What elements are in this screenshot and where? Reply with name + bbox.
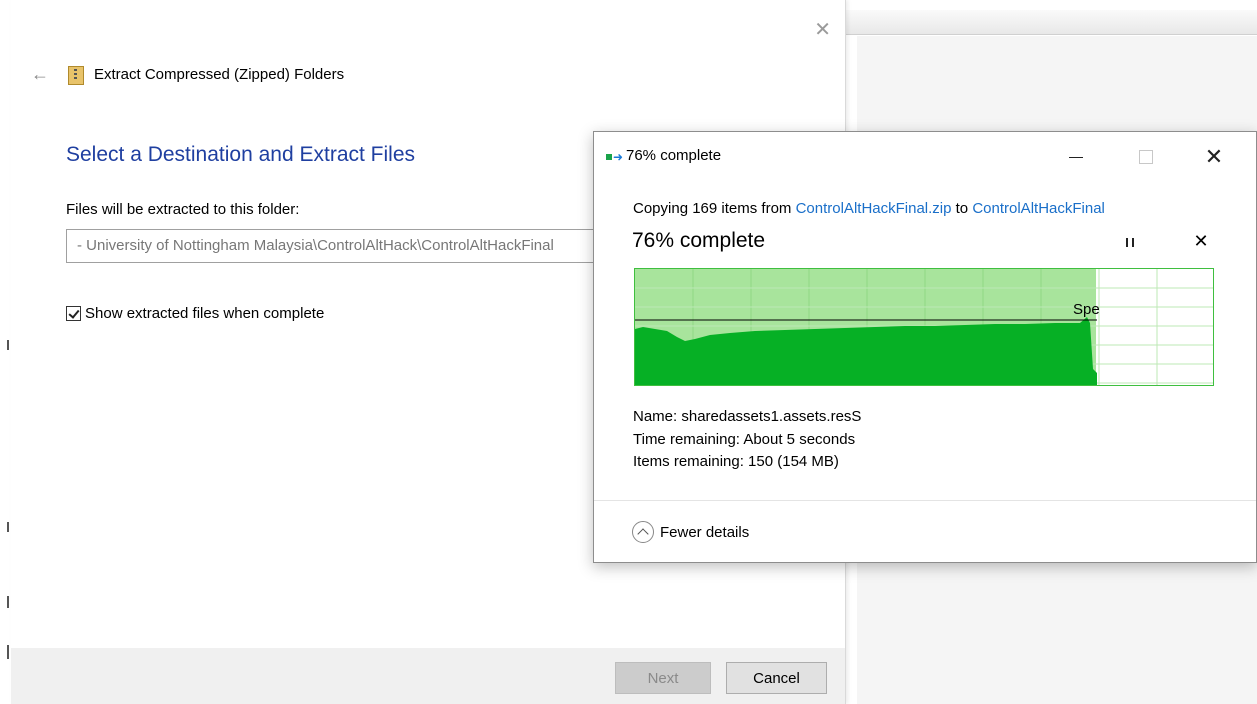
edge-mark	[7, 340, 9, 350]
dialog-title: 76% complete	[626, 147, 722, 164]
destination-path-input[interactable]: - University of Nottingham Malaysia\Cont…	[66, 229, 626, 263]
file-name-line: Name: sharedassets1.assets.resS	[633, 408, 862, 425]
wizard-heading: Select a Destination and Extract Files	[66, 143, 416, 166]
chevron-up-circle-icon[interactable]	[632, 521, 654, 543]
wizard-footer: Next Cancel	[11, 648, 845, 704]
divider	[594, 500, 1256, 501]
transfer-details: Name: sharedassets1.assets.resS Time rem…	[633, 406, 861, 474]
stop-icon[interactable]: ✕	[1190, 230, 1212, 252]
zip-folder-icon	[68, 66, 84, 85]
wizard-title: Extract Compressed (Zipped) Folders	[94, 66, 345, 83]
transfer-speed-graph: Spe	[634, 268, 1214, 386]
copy-transfer-icon: ➜	[606, 151, 623, 163]
speed-graph-svg	[635, 269, 1213, 385]
maximize-icon[interactable]	[1126, 142, 1166, 172]
copying-summary: Copying 169 items from ControlAltHackFin…	[633, 200, 1105, 217]
destination-link[interactable]: ControlAltHackFinal	[972, 200, 1105, 217]
destination-label: Files will be extracted to this folder:	[66, 201, 300, 218]
next-button[interactable]: Next	[615, 662, 711, 694]
close-icon[interactable]: ✕	[814, 20, 831, 40]
copying-mid: to	[951, 200, 973, 217]
items-remaining-line: Items remaining: 150 (154 MB)	[633, 453, 839, 470]
minimize-icon[interactable]	[1056, 142, 1096, 172]
percent-complete: 76% complete	[632, 229, 766, 252]
edge-mark	[7, 596, 9, 608]
fewer-details-label: Fewer details	[660, 523, 750, 541]
checkbox-checked-icon[interactable]	[66, 306, 81, 321]
source-link[interactable]: ControlAltHackFinal.zip	[796, 200, 952, 217]
speed-label: Spe	[1073, 301, 1100, 318]
dialog-titlebar[interactable]: ➜ 76% complete ✕	[594, 132, 1256, 180]
show-files-checkbox[interactable]: Show extracted files when complete	[66, 305, 324, 322]
close-icon[interactable]: ✕	[1194, 142, 1234, 172]
edge-mark	[7, 522, 9, 532]
time-remaining-line: Time remaining: About 5 seconds	[633, 430, 856, 448]
fewer-details-button[interactable]: Fewer details	[632, 521, 749, 543]
copy-progress-dialog: ➜ 76% complete ✕ Copying 169 items from …	[593, 131, 1257, 563]
edge-mark	[7, 645, 9, 659]
cancel-button[interactable]: Cancel	[726, 662, 827, 694]
background-window-toolbar	[845, 10, 1257, 35]
pause-icon[interactable]	[1120, 232, 1140, 252]
back-arrow-icon[interactable]: ←	[31, 64, 49, 85]
show-files-label: Show extracted files when complete	[85, 305, 325, 322]
copying-prefix: Copying 169 items from	[633, 200, 796, 217]
